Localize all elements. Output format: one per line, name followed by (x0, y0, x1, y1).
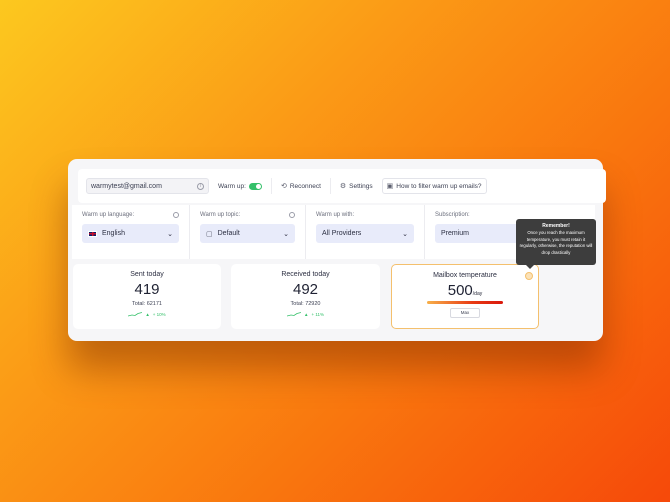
language-select[interactable]: English ⌄ (82, 224, 179, 243)
reconnect-button[interactable]: ⟲ Reconnect (278, 178, 324, 194)
gear-icon: ⚙ (339, 183, 347, 190)
temperature-bar (427, 301, 503, 304)
warmup-label: Warm up: (218, 182, 246, 190)
language-filter: Warm up language: English ⌄ (72, 205, 190, 259)
email-field[interactable]: warmytest@gmail.com i (86, 178, 209, 194)
sent-title: Sent today (130, 271, 164, 278)
settings-button[interactable]: ⚙ Settings (337, 178, 376, 194)
toolbar: warmytest@gmail.com i Warm up: ⟲ Reconne… (78, 169, 606, 203)
received-value: 492 (292, 281, 319, 298)
topic-select[interactable]: ▢ Default ⌄ (200, 224, 295, 243)
received-trend: ▲ + 11% (231, 312, 380, 317)
temperature-value-row: 500/day (392, 282, 538, 299)
subscription-select[interactable]: Premium (435, 224, 529, 243)
video-icon: ▣ (386, 183, 394, 190)
chevron-down-icon: ⌄ (167, 230, 173, 238)
chevron-down-icon: ⌄ (283, 230, 289, 238)
warmup-toggle[interactable] (248, 182, 262, 190)
subscription-label: Subscription: (435, 212, 470, 218)
uk-flag-icon (88, 230, 97, 237)
temperature-unit: /day (472, 291, 483, 297)
language-label: Warm up language: (82, 212, 135, 218)
sparkline-icon (128, 312, 143, 317)
info-icon[interactable] (525, 272, 533, 280)
help-label: How to filter warm up emails? (396, 182, 482, 190)
info-icon[interactable]: i (197, 182, 204, 190)
temperature-value: 500 (447, 282, 473, 299)
refresh-icon: ⟲ (280, 183, 287, 190)
sent-today-card: Sent today 419 Total: 62171 ▲ + 10% (73, 264, 221, 329)
trend-up-icon: ▲ (145, 312, 150, 317)
email-text: warmytest@gmail.com (91, 182, 162, 190)
tooltip-body: Once you reach the maximum temperature, … (519, 230, 593, 255)
sent-value: 419 (134, 281, 160, 298)
provider-label: Warm up with: (316, 212, 355, 218)
trend-up-icon: ▲ (303, 312, 309, 317)
received-today-card: Received today 492 Total: 72920 ▲ + 11% (231, 264, 380, 329)
info-icon[interactable] (289, 212, 295, 218)
sent-trend-value: + 10% (152, 312, 166, 317)
info-icon[interactable] (173, 212, 179, 218)
warmup-toggle-group: Warm up: (215, 178, 265, 194)
settings-label: Settings (349, 182, 373, 190)
tooltip-title: Remember! (542, 223, 570, 229)
mailbox-temperature-card: Mailbox temperature 500/day Max (391, 264, 539, 329)
sent-total: Total: 62171 (132, 301, 162, 307)
provider-value: All Providers (322, 230, 362, 237)
received-trend-value: + 11% (311, 312, 325, 317)
received-total: Total: 72920 (290, 301, 321, 307)
remember-tooltip: Remember! Once you reach the maximum tem… (516, 219, 596, 269)
sent-trend: ▲ + 10% (73, 312, 221, 317)
provider-select[interactable]: All Providers ⌄ (316, 224, 414, 243)
subscription-value: Premium (441, 230, 470, 237)
topic-value: Default (217, 230, 240, 237)
divider (329, 178, 331, 194)
help-filter-button[interactable]: ▣ How to filter warm up emails? (381, 178, 487, 194)
divider (270, 178, 272, 194)
topic-filter: Warm up topic: ▢ Default ⌄ (190, 205, 306, 259)
sparkline-icon (286, 312, 301, 317)
chat-icon: ▢ (206, 230, 213, 238)
reconnect-label: Reconnect (289, 182, 321, 190)
provider-filter: Warm up with: All Providers ⌄ (306, 205, 425, 259)
chevron-down-icon: ⌄ (402, 230, 408, 238)
received-title: Received today (281, 271, 330, 278)
topic-label: Warm up topic: (200, 212, 241, 218)
language-value: English (102, 230, 125, 237)
temperature-title: Mailbox temperature (433, 272, 497, 279)
max-button[interactable]: Max (450, 308, 480, 318)
